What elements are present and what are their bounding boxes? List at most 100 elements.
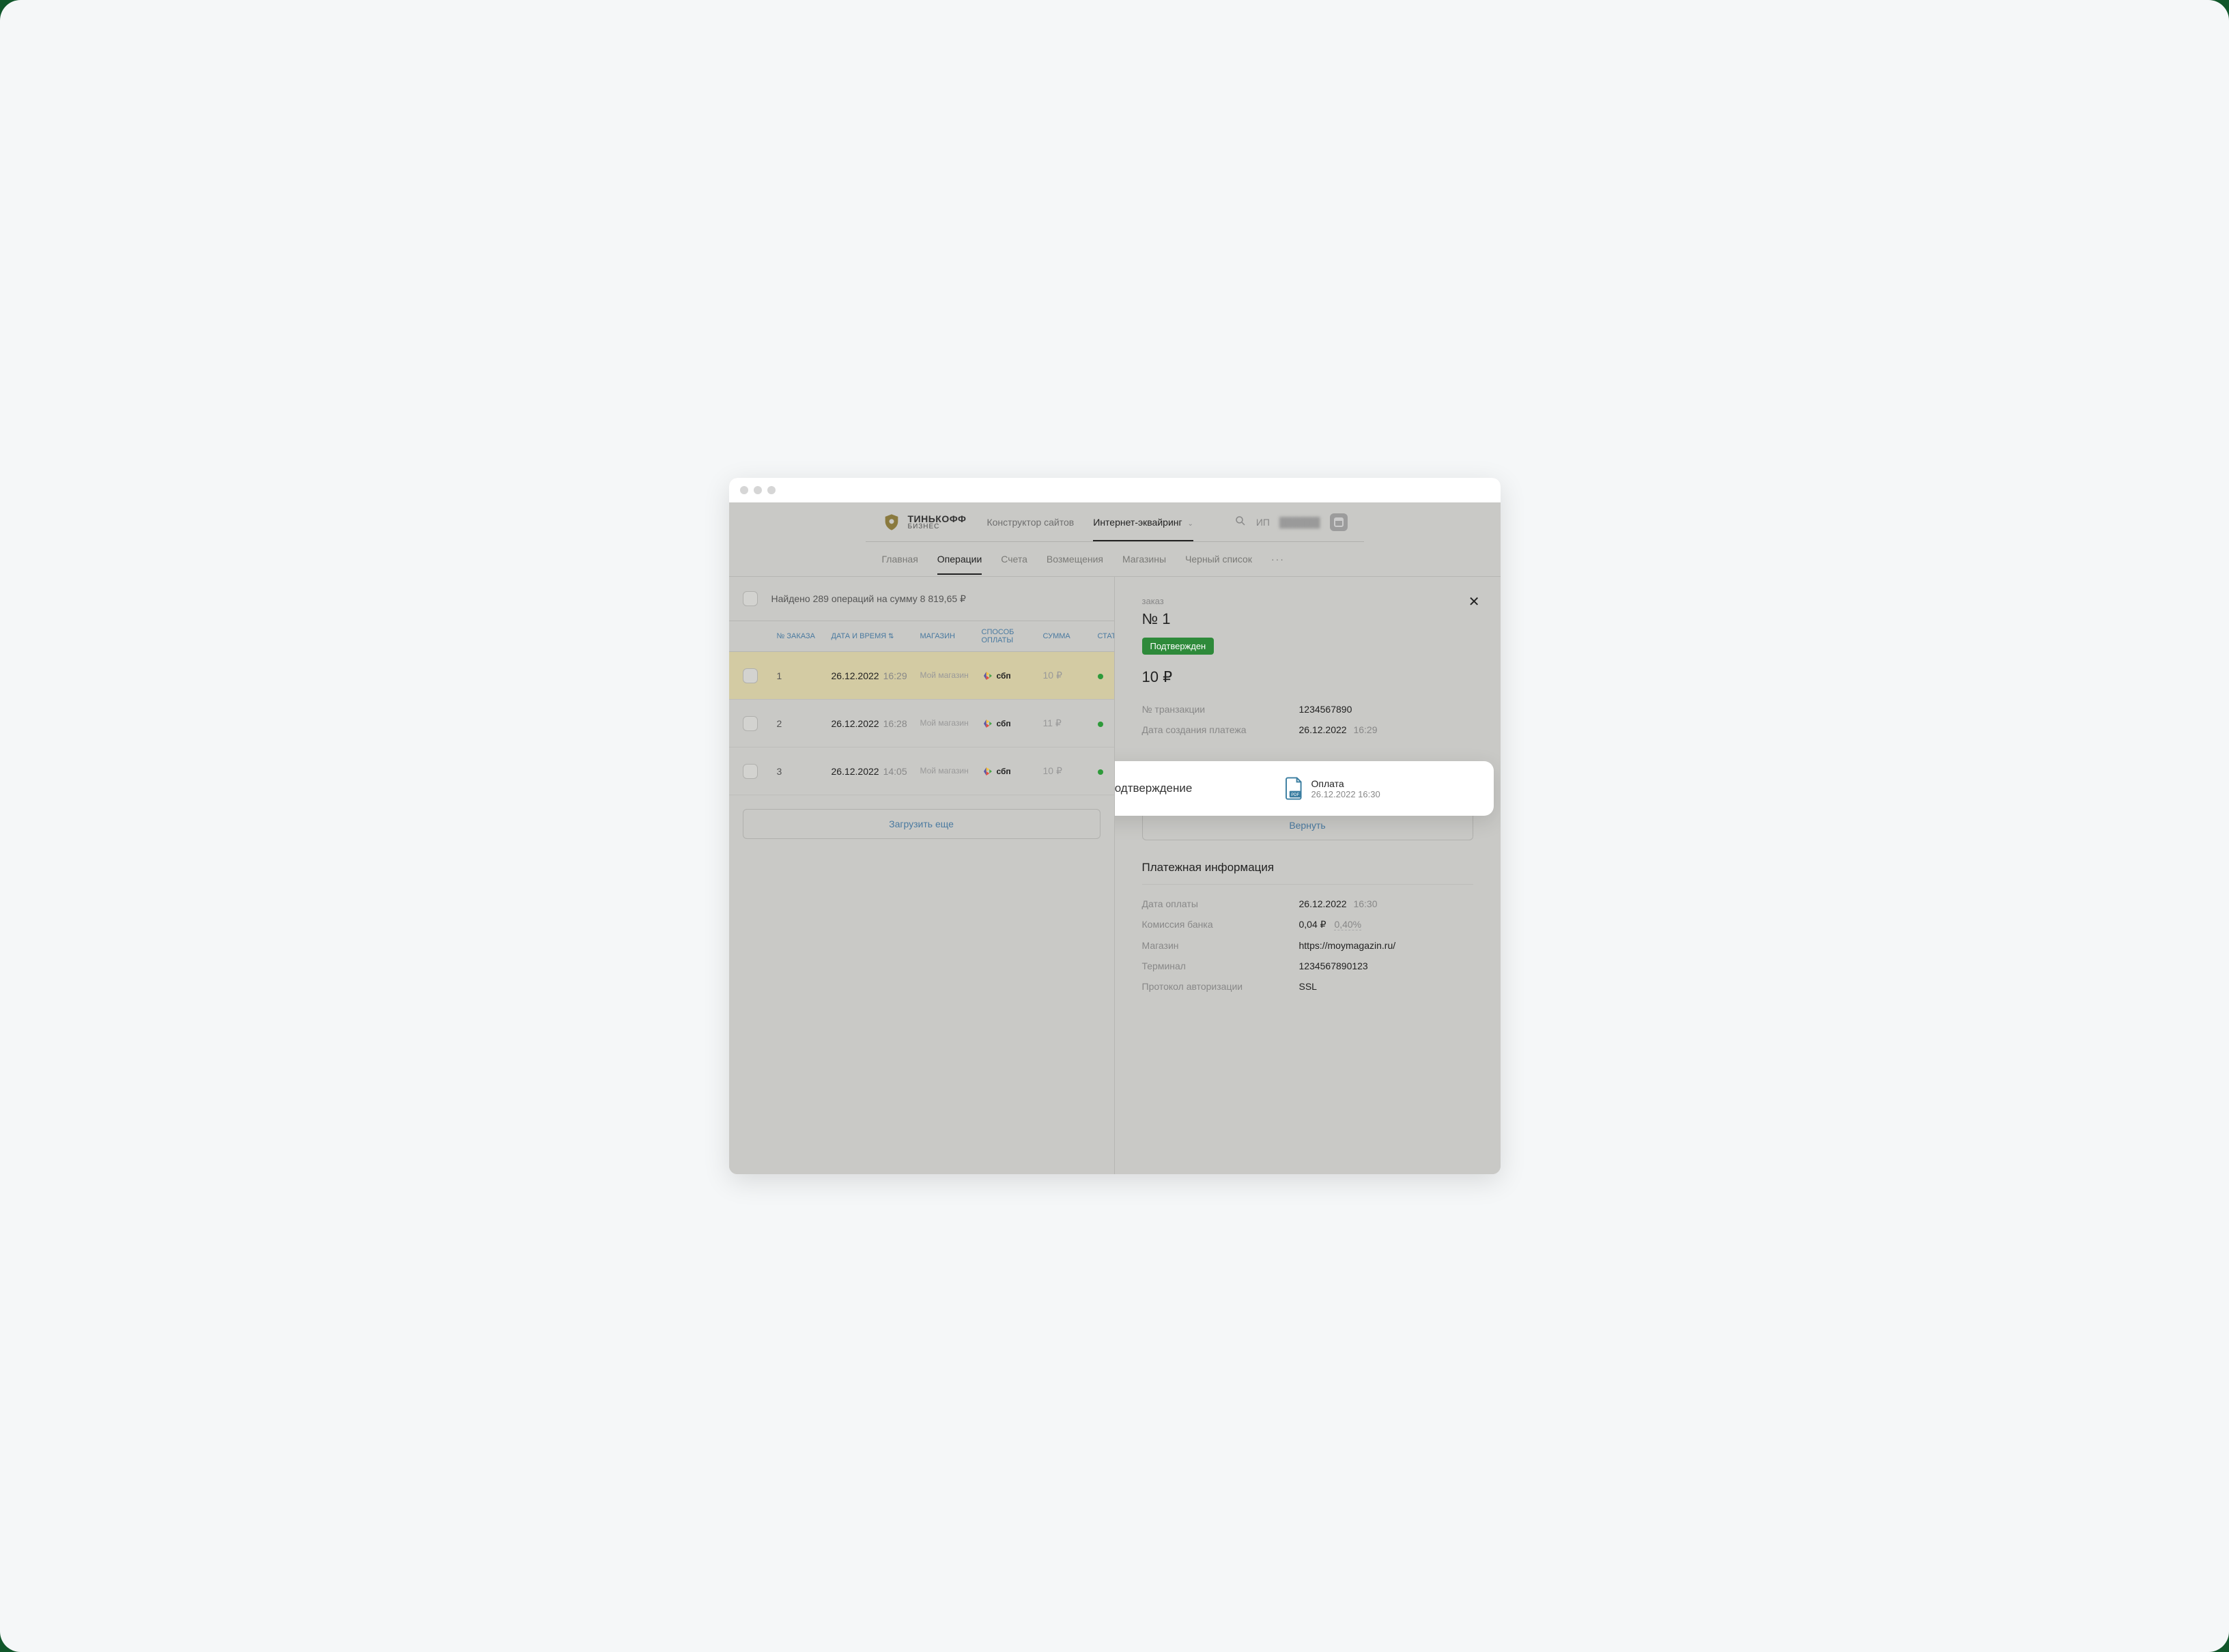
cell-order: 2 <box>777 718 825 729</box>
pdf-sub: 26.12.2022 16:30 <box>1311 789 1380 799</box>
window-dot[interactable] <box>740 486 748 494</box>
col-shop[interactable]: МАГАЗИН <box>920 632 975 640</box>
cell-order: 1 <box>777 670 825 681</box>
fee-pct[interactable]: 0,40% <box>1334 919 1361 930</box>
operations-panel: Найдено 289 операций на сумму 8 819,65 ₽… <box>729 577 1115 1174</box>
brand-line1: ТИНЬКОФФ <box>908 514 967 524</box>
confirmation-title: Подтверждение <box>1115 782 1284 795</box>
tab-more-icon[interactable]: ··· <box>1271 554 1285 565</box>
select-all-checkbox[interactable] <box>743 591 758 606</box>
sbp-icon <box>982 765 994 778</box>
shop-label: Магазин <box>1142 940 1299 951</box>
table-row[interactable]: 3 26.12.202214:05 Мой магазин сбп 10 ₽ <box>729 747 1114 795</box>
topnav-acquiring[interactable]: Интернет-эквайринг ⌄ <box>1093 517 1193 541</box>
table-row[interactable]: 2 26.12.202216:28 Мой магазин сбп 11 ₽ <box>729 700 1114 747</box>
fee-value: 0,04 ₽ <box>1299 919 1326 930</box>
brand-line2: БИЗНЕС <box>908 524 967 530</box>
cell-method: сбп <box>982 717 1036 730</box>
fee-label: Комиссия банка <box>1142 919 1299 930</box>
cell-sum: 10 ₽ <box>1043 670 1091 681</box>
close-icon[interactable]: ✕ <box>1468 593 1480 610</box>
sbp-label: сбп <box>997 671 1011 681</box>
cell-date: 26.12.2022 <box>832 670 879 681</box>
table-row[interactable]: 1 26.12.2022 16:29 Мой магазин сбп 10 ₽ <box>729 652 1114 700</box>
tab-invoices[interactable]: Счета <box>1001 554 1027 565</box>
cell-date: 26.12.2022 <box>832 718 879 729</box>
pay-date-label: Дата оплаты <box>1142 898 1299 909</box>
col-order-no[interactable]: № ЗАКАЗА <box>777 632 825 640</box>
confirmation-card: Подтверждение PDF Оплата 26.12.2022 16:3… <box>1115 761 1494 816</box>
pdf-icon: PDF <box>1284 776 1305 801</box>
row-checkbox[interactable] <box>743 668 758 683</box>
tab-blacklist[interactable]: Черный список <box>1185 554 1252 565</box>
tab-refunds[interactable]: Возмещения <box>1047 554 1103 565</box>
browser-window: ТИНЬКОФФ БИЗНЕС Конструктор сайтов Интер… <box>729 478 1501 1174</box>
status-dot-icon <box>1098 769 1103 775</box>
subnav: Главная Операции Счета Возмещения Магази… <box>866 542 1364 576</box>
cell-sum: 10 ₽ <box>1043 765 1091 777</box>
window-dot[interactable] <box>767 486 776 494</box>
cell-shop: Мой магазин <box>920 766 975 775</box>
order-number: № 1 <box>1142 610 1473 628</box>
pdf-title: Оплата <box>1311 778 1380 789</box>
col-datetime[interactable]: ДАТА И ВРЕМЯ <box>832 632 913 640</box>
status-dot-icon <box>1098 674 1103 679</box>
search-icon[interactable] <box>1234 515 1247 529</box>
topnav-acquiring-label: Интернет-эквайринг <box>1093 517 1182 528</box>
sbp-icon <box>982 717 994 730</box>
status-dot-icon <box>1098 722 1103 727</box>
window-chrome <box>729 478 1501 502</box>
sbp-label: сбп <box>997 767 1011 776</box>
order-amount: 10 ₽ <box>1142 668 1473 686</box>
cell-time: 16:28 <box>883 718 907 729</box>
row-checkbox[interactable] <box>743 764 758 779</box>
pay-time: 16:30 <box>1353 898 1377 909</box>
created-date: 26.12.2022 <box>1299 724 1347 735</box>
row-checkbox[interactable] <box>743 716 758 731</box>
chevron-down-icon: ⌄ <box>1188 520 1193 528</box>
tab-home[interactable]: Главная <box>882 554 918 565</box>
svg-text:PDF: PDF <box>1291 793 1299 797</box>
cell-time: 14:05 <box>883 766 907 777</box>
user-name-redacted: ██████ <box>1279 517 1320 528</box>
topnav-site-builder[interactable]: Конструктор сайтов <box>986 517 1074 528</box>
shop-value: https://moymagazin.ru/ <box>1299 940 1396 951</box>
col-sum[interactable]: СУММА <box>1043 632 1091 640</box>
cell-date: 26.12.2022 <box>832 766 879 777</box>
section-payment-info: Платежная информация <box>1142 861 1473 885</box>
summary-row: Найдено 289 операций на сумму 8 819,65 ₽ <box>729 577 1114 621</box>
col-pay-method[interactable]: СПОСОБ ОПЛАТЫ <box>982 628 1036 644</box>
sbp-icon <box>982 670 994 682</box>
user-prefix: ИП <box>1256 517 1270 528</box>
col-status[interactable]: СТАТУС <box>1098 632 1115 640</box>
tab-operations[interactable]: Операции <box>937 554 982 565</box>
created-time: 16:29 <box>1353 724 1377 735</box>
cell-shop: Мой магазин <box>920 718 975 728</box>
cell-method: сбп <box>982 670 1036 682</box>
topbar: ТИНЬКОФФ БИЗНЕС Конструктор сайтов Интер… <box>866 502 1364 542</box>
window-dot[interactable] <box>754 486 762 494</box>
cell-time: 16:29 <box>883 670 907 681</box>
cell-shop: Мой магазин <box>920 670 975 680</box>
pay-date: 26.12.2022 <box>1299 898 1347 909</box>
cell-method: сбп <box>982 765 1036 778</box>
txn-label: № транзакции <box>1142 704 1299 715</box>
app-root: ТИНЬКОФФ БИЗНЕС Конструктор сайтов Интер… <box>729 502 1501 1174</box>
sbp-label: сбп <box>997 719 1011 728</box>
terminal-label: Терминал <box>1142 960 1299 971</box>
order-details-panel: ✕ заказ № 1 Подтвержден 10 ₽ № транзакци… <box>1115 577 1501 1174</box>
pdf-download[interactable]: PDF Оплата 26.12.2022 16:30 <box>1284 776 1380 801</box>
created-label: Дата создания платежа <box>1142 724 1299 735</box>
load-more-button[interactable]: Загрузить еще <box>743 809 1101 839</box>
terminal-value: 1234567890123 <box>1299 960 1368 971</box>
table-header: № ЗАКАЗА ДАТА И ВРЕМЯ МАГАЗИН СПОСОБ ОПЛ… <box>729 621 1114 652</box>
status-badge: Подтвержден <box>1142 638 1215 655</box>
brand[interactable]: ТИНЬКОФФ БИЗНЕС <box>882 513 967 532</box>
txn-value: 1234567890 <box>1299 704 1352 715</box>
proto-value: SSL <box>1299 981 1317 992</box>
tab-shops[interactable]: Магазины <box>1122 554 1166 565</box>
content: Найдено 289 операций на сумму 8 819,65 ₽… <box>729 576 1501 1174</box>
summary-text: Найдено 289 операций на сумму 8 819,65 ₽ <box>771 593 966 605</box>
proto-label: Протокол авторизации <box>1142 981 1299 992</box>
avatar[interactable] <box>1330 513 1348 531</box>
